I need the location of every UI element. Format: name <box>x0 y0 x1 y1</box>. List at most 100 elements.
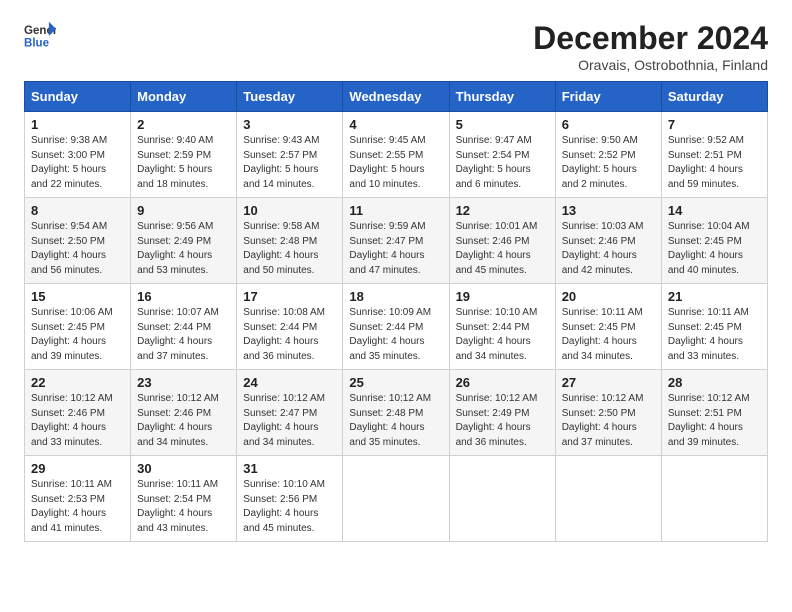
day-number: 20 <box>562 289 655 304</box>
calendar-cell: 23 Sunrise: 10:12 AMSunset: 2:46 PMDaylig… <box>131 370 237 456</box>
day-number: 31 <box>243 461 336 476</box>
day-number: 19 <box>456 289 549 304</box>
day-number: 24 <box>243 375 336 390</box>
calendar-cell: 7 Sunrise: 9:52 AMSunset: 2:51 PMDaylight… <box>661 112 767 198</box>
calendar-cell <box>449 456 555 542</box>
calendar-cell: 18 Sunrise: 10:09 AMSunset: 2:44 PMDaylig… <box>343 284 449 370</box>
day-number: 4 <box>349 117 442 132</box>
calendar-cell: 11 Sunrise: 9:59 AMSunset: 2:47 PMDayligh… <box>343 198 449 284</box>
day-number: 27 <box>562 375 655 390</box>
day-number: 1 <box>31 117 124 132</box>
day-detail: Sunrise: 9:58 AMSunset: 2:48 PMDaylight:… <box>243 221 319 276</box>
day-detail: Sunrise: 10:11 AMSunset: 2:45 PMDaylight… <box>562 307 643 362</box>
day-detail: Sunrise: 9:59 AMSunset: 2:47 PMDaylight:… <box>349 221 425 276</box>
day-number: 16 <box>137 289 230 304</box>
calendar-table: Sunday Monday Tuesday Wednesday Thursday… <box>24 81 768 542</box>
day-number: 22 <box>31 375 124 390</box>
day-detail: Sunrise: 10:10 AMSunset: 2:56 PMDaylight… <box>243 479 325 534</box>
day-detail: Sunrise: 9:52 AMSunset: 2:51 PMDaylight:… <box>668 135 744 190</box>
day-detail: Sunrise: 10:12 AMSunset: 2:49 PMDaylight… <box>456 393 538 448</box>
day-detail: Sunrise: 10:08 AMSunset: 2:44 PMDaylight… <box>243 307 325 362</box>
col-sunday: Sunday <box>25 82 131 112</box>
day-number: 12 <box>456 203 549 218</box>
day-detail: Sunrise: 10:12 AMSunset: 2:47 PMDaylight… <box>243 393 325 448</box>
col-friday: Friday <box>555 82 661 112</box>
calendar-cell: 29Sunrise: 10:11 AMSunset: 2:53 PMDaylig… <box>25 456 131 542</box>
day-number: 28 <box>668 375 761 390</box>
day-detail: Sunrise: 9:40 AMSunset: 2:59 PMDaylight:… <box>137 135 213 190</box>
col-wednesday: Wednesday <box>343 82 449 112</box>
day-number: 25 <box>349 375 442 390</box>
day-detail: Sunrise: 10:03 AMSunset: 2:46 PMDaylight… <box>562 221 644 276</box>
calendar-cell: 15 Sunrise: 10:06 AMSunset: 2:45 PMDaylig… <box>25 284 131 370</box>
day-number: 9 <box>137 203 230 218</box>
calendar-cell: 17 Sunrise: 10:08 AMSunset: 2:44 PMDaylig… <box>237 284 343 370</box>
calendar-cell: 13 Sunrise: 10:03 AMSunset: 2:46 PMDaylig… <box>555 198 661 284</box>
day-number: 6 <box>562 117 655 132</box>
calendar-cell: 30 Sunrise: 10:11 AMSunset: 2:54 PMDaylig… <box>131 456 237 542</box>
logo: General Blue <box>24 20 60 52</box>
day-number: 26 <box>456 375 549 390</box>
day-number: 8 <box>31 203 124 218</box>
day-detail: Sunrise: 9:50 AMSunset: 2:52 PMDaylight:… <box>562 135 638 190</box>
calendar-cell <box>343 456 449 542</box>
day-number: 17 <box>243 289 336 304</box>
day-number: 23 <box>137 375 230 390</box>
svg-text:Blue: Blue <box>24 38 50 50</box>
col-monday: Monday <box>131 82 237 112</box>
calendar-cell <box>555 456 661 542</box>
calendar-cell: 4 Sunrise: 9:45 AMSunset: 2:55 PMDaylight… <box>343 112 449 198</box>
header-row: Sunday Monday Tuesday Wednesday Thursday… <box>25 82 768 112</box>
calendar-cell: 31 Sunrise: 10:10 AMSunset: 2:56 PMDaylig… <box>237 456 343 542</box>
day-number: 11 <box>349 203 442 218</box>
calendar-cell: 12 Sunrise: 10:01 AMSunset: 2:46 PMDaylig… <box>449 198 555 284</box>
day-number: 3 <box>243 117 336 132</box>
calendar-title: December 2024 <box>533 20 768 57</box>
day-detail: Sunrise: 10:12 AMSunset: 2:48 PMDaylight… <box>349 393 431 448</box>
day-number: 13 <box>562 203 655 218</box>
calendar-cell: 22Sunrise: 10:12 AMSunset: 2:46 PMDaylig… <box>25 370 131 456</box>
calendar-cell: 24 Sunrise: 10:12 AMSunset: 2:47 PMDaylig… <box>237 370 343 456</box>
day-detail: Sunrise: 10:10 AMSunset: 2:44 PMDaylight… <box>456 307 538 362</box>
calendar-cell: 19 Sunrise: 10:10 AMSunset: 2:44 PMDaylig… <box>449 284 555 370</box>
calendar-week-1: 1Sunrise: 9:38 AMSunset: 3:00 PMDaylight… <box>25 112 768 198</box>
col-tuesday: Tuesday <box>237 82 343 112</box>
day-detail: Sunrise: 10:01 AMSunset: 2:46 PMDaylight… <box>456 221 538 276</box>
day-number: 30 <box>137 461 230 476</box>
day-detail: Sunrise: 9:54 AMSunset: 2:50 PMDaylight:… <box>31 221 107 276</box>
title-block: December 2024 Oravais, Ostrobothnia, Fin… <box>533 20 768 73</box>
day-number: 2 <box>137 117 230 132</box>
day-number: 14 <box>668 203 761 218</box>
day-detail: Sunrise: 9:45 AMSunset: 2:55 PMDaylight:… <box>349 135 425 190</box>
calendar-cell: 14 Sunrise: 10:04 AMSunset: 2:45 PMDaylig… <box>661 198 767 284</box>
day-number: 29 <box>31 461 124 476</box>
calendar-cell: 8 Sunrise: 9:54 AMSunset: 2:50 PMDaylight… <box>25 198 131 284</box>
day-number: 15 <box>31 289 124 304</box>
calendar-cell: 5Sunrise: 9:47 AMSunset: 2:54 PMDaylight… <box>449 112 555 198</box>
calendar-cell: 20 Sunrise: 10:11 AMSunset: 2:45 PMDaylig… <box>555 284 661 370</box>
calendar-cell: 16Sunrise: 10:07 AMSunset: 2:44 PMDaylig… <box>131 284 237 370</box>
day-detail: Sunrise: 10:06 AMSunset: 2:45 PMDaylight… <box>31 307 113 362</box>
day-detail: Sunrise: 10:12 AMSunset: 2:51 PMDaylight… <box>668 393 750 448</box>
day-detail: Sunrise: 10:04 AMSunset: 2:45 PMDaylight… <box>668 221 750 276</box>
day-number: 7 <box>668 117 761 132</box>
calendar-cell: 3 Sunrise: 9:43 AMSunset: 2:57 PMDaylight… <box>237 112 343 198</box>
calendar-week-3: 15 Sunrise: 10:06 AMSunset: 2:45 PMDaylig… <box>25 284 768 370</box>
calendar-cell: 9Sunrise: 9:56 AMSunset: 2:49 PMDaylight… <box>131 198 237 284</box>
day-detail: Sunrise: 10:12 AMSunset: 2:46 PMDaylight… <box>137 393 219 448</box>
calendar-cell: 25 Sunrise: 10:12 AMSunset: 2:48 PMDaylig… <box>343 370 449 456</box>
calendar-cell: 6 Sunrise: 9:50 AMSunset: 2:52 PMDaylight… <box>555 112 661 198</box>
day-number: 5 <box>456 117 549 132</box>
calendar-cell <box>661 456 767 542</box>
calendar-cell: 1Sunrise: 9:38 AMSunset: 3:00 PMDaylight… <box>25 112 131 198</box>
day-detail: Sunrise: 10:11 AMSunset: 2:54 PMDaylight… <box>137 479 218 534</box>
calendar-cell: 26 Sunrise: 10:12 AMSunset: 2:49 PMDaylig… <box>449 370 555 456</box>
col-saturday: Saturday <box>661 82 767 112</box>
day-number: 18 <box>349 289 442 304</box>
day-detail: Sunrise: 9:43 AMSunset: 2:57 PMDaylight:… <box>243 135 319 190</box>
day-detail: Sunrise: 10:09 AMSunset: 2:44 PMDaylight… <box>349 307 431 362</box>
calendar-subtitle: Oravais, Ostrobothnia, Finland <box>533 57 768 73</box>
logo-icon: General Blue <box>24 20 56 52</box>
calendar-cell: 27Sunrise: 10:12 AMSunset: 2:50 PMDaylig… <box>555 370 661 456</box>
calendar-cell: 28 Sunrise: 10:12 AMSunset: 2:51 PMDaylig… <box>661 370 767 456</box>
